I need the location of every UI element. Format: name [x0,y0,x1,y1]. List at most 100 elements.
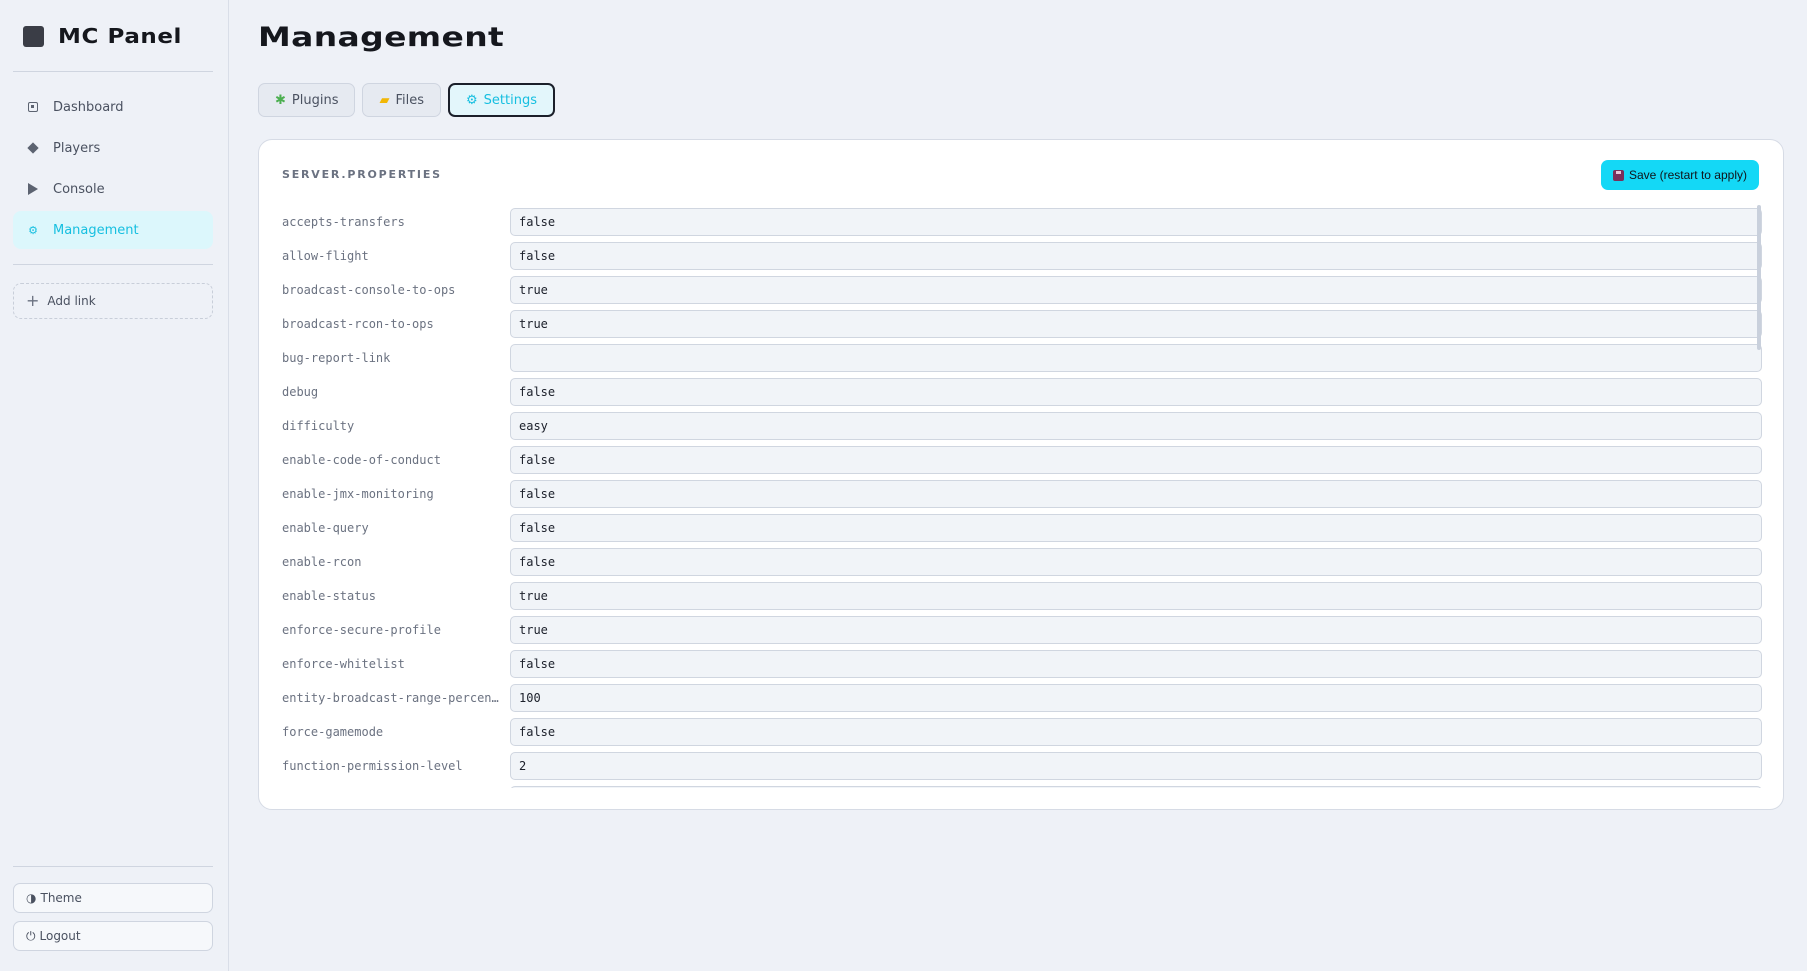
sidebar-item-label: Management [53,222,139,238]
sidebar-divider [13,71,213,72]
property-value-input[interactable] [510,208,1762,236]
sidebar-divider [13,866,213,867]
sidebar-item-players[interactable]: Players [13,129,213,167]
app-logo-icon [23,25,44,47]
property-row: entity-broadcast-range-percentage [282,681,1762,715]
gear-icon: ⚙ [28,223,38,237]
property-key: enable-code-of-conduct [282,453,441,467]
property-row: enforce-whitelist [282,647,1762,681]
plus-icon: + [26,291,40,310]
property-row: accepts-transfers [282,205,1762,239]
property-value-input[interactable] [510,582,1762,610]
property-key: enforce-whitelist [282,657,405,671]
property-value-input[interactable] [510,752,1762,780]
sidebar-divider [13,264,213,265]
tab-plugins[interactable]: ✱ Plugins [258,83,356,117]
property-value-input[interactable] [510,650,1762,678]
property-row: gamemode [282,783,1762,788]
property-value-input[interactable] [510,480,1762,508]
property-row: force-gamemode [282,715,1762,749]
property-row: enable-code-of-conduct [282,443,1762,477]
property-key: enable-query [282,521,369,535]
property-key: enforce-secure-profile [282,623,441,637]
property-value-input[interactable] [510,718,1762,746]
sidebar-item-label: Console [53,181,105,197]
property-key: accepts-transfers [282,215,405,229]
property-row: enable-query [282,511,1762,545]
add-link-button[interactable]: + Add link [13,283,213,319]
theme-label: Theme [40,891,82,905]
logout-label: Logout [39,929,81,943]
scrollbar-thumb[interactable] [1757,205,1761,350]
property-key: broadcast-rcon-to-ops [282,317,434,331]
property-row: allow-flight [282,239,1762,273]
property-value-input[interactable] [510,412,1762,440]
property-key: entity-broadcast-range-percentage [282,691,510,705]
property-key: enable-status [282,589,376,603]
sidebar-nav: Dashboard Players Console ⚙ Management [13,88,213,252]
brand-name: MC Panel [58,24,183,48]
properties-scrollbar[interactable] [1757,205,1761,788]
tab-label: Files [395,92,425,108]
play-icon [27,183,39,195]
property-key: bug-report-link [282,351,391,365]
property-row: function-permission-level [282,749,1762,783]
puzzle-icon: ✱ [275,92,286,108]
tab-label: Plugins [291,92,339,108]
tab-files[interactable]: ▰ Files [362,83,442,117]
property-value-input[interactable] [510,786,1762,788]
sidebar-item-management[interactable]: ⚙ Management [13,211,213,249]
save-button[interactable]: Save (restart to apply) [1600,160,1759,190]
tab-bar: ✱ Plugins ▰ Files ⚙ Settings [258,83,555,117]
property-row: enable-rcon [282,545,1762,579]
theme-button[interactable]: ◑ Theme [13,883,213,913]
property-row: debug [282,375,1762,409]
property-value-input[interactable] [510,378,1762,406]
diamond-icon [27,142,39,154]
property-value-input[interactable] [510,616,1762,644]
sidebar-item-console[interactable]: Console [13,170,213,208]
add-link-label: Add link [47,294,96,308]
sidebar-item-label: Players [53,140,101,156]
property-key: function-permission-level [282,759,463,773]
save-label: Save (restart to apply) [1628,168,1747,182]
property-value-input[interactable] [510,446,1762,474]
dashboard-icon [27,101,39,113]
property-row: enable-status [282,579,1762,613]
property-value-input[interactable] [510,276,1762,304]
property-value-input[interactable] [510,310,1762,338]
page-title: Management [258,22,505,53]
sidebar-item-dashboard[interactable]: Dashboard [13,88,213,126]
property-row: difficulty [282,409,1762,443]
property-value-input[interactable] [510,242,1762,270]
property-row: broadcast-rcon-to-ops [282,307,1762,341]
logout-button[interactable]: ⏻ Logout [13,921,213,951]
property-key: enable-rcon [282,555,362,569]
property-value-input[interactable] [510,548,1762,576]
property-key: debug [282,385,319,399]
property-key: enable-jmx-monitoring [282,487,434,501]
theme-icon: ◑ [26,891,37,905]
tab-settings[interactable]: ⚙ Settings [448,83,555,117]
property-row: bug-report-link [282,341,1762,375]
floppy-disk-icon [1612,169,1624,181]
property-value-input[interactable] [510,514,1762,542]
brand: MC Panel [23,24,181,48]
property-row: enforce-secure-profile [282,613,1762,647]
property-key: broadcast-console-to-ops [282,283,456,297]
sidebar-item-label: Dashboard [53,99,124,115]
property-key: allow-flight [282,249,369,263]
settings-title: SERVER.PROPERTIES [282,168,442,181]
property-value-input[interactable] [510,684,1762,712]
settings-card: SERVER.PROPERTIES Save (restart to apply… [258,139,1784,810]
folder-icon: ▰ [379,92,390,108]
sidebar: MC Panel Dashboard Players Console ⚙ Man… [0,0,229,971]
tab-label: Settings [483,92,537,108]
properties-list[interactable]: accepts-transfers allow-flight broadcast-c… [282,205,1762,788]
property-key: force-gamemode [282,725,384,739]
property-value-input[interactable] [510,344,1762,372]
power-icon: ⏻ [26,928,36,943]
gear-icon: ⚙ [466,92,478,108]
property-row: broadcast-console-to-ops [282,273,1762,307]
property-row: enable-jmx-monitoring [282,477,1762,511]
